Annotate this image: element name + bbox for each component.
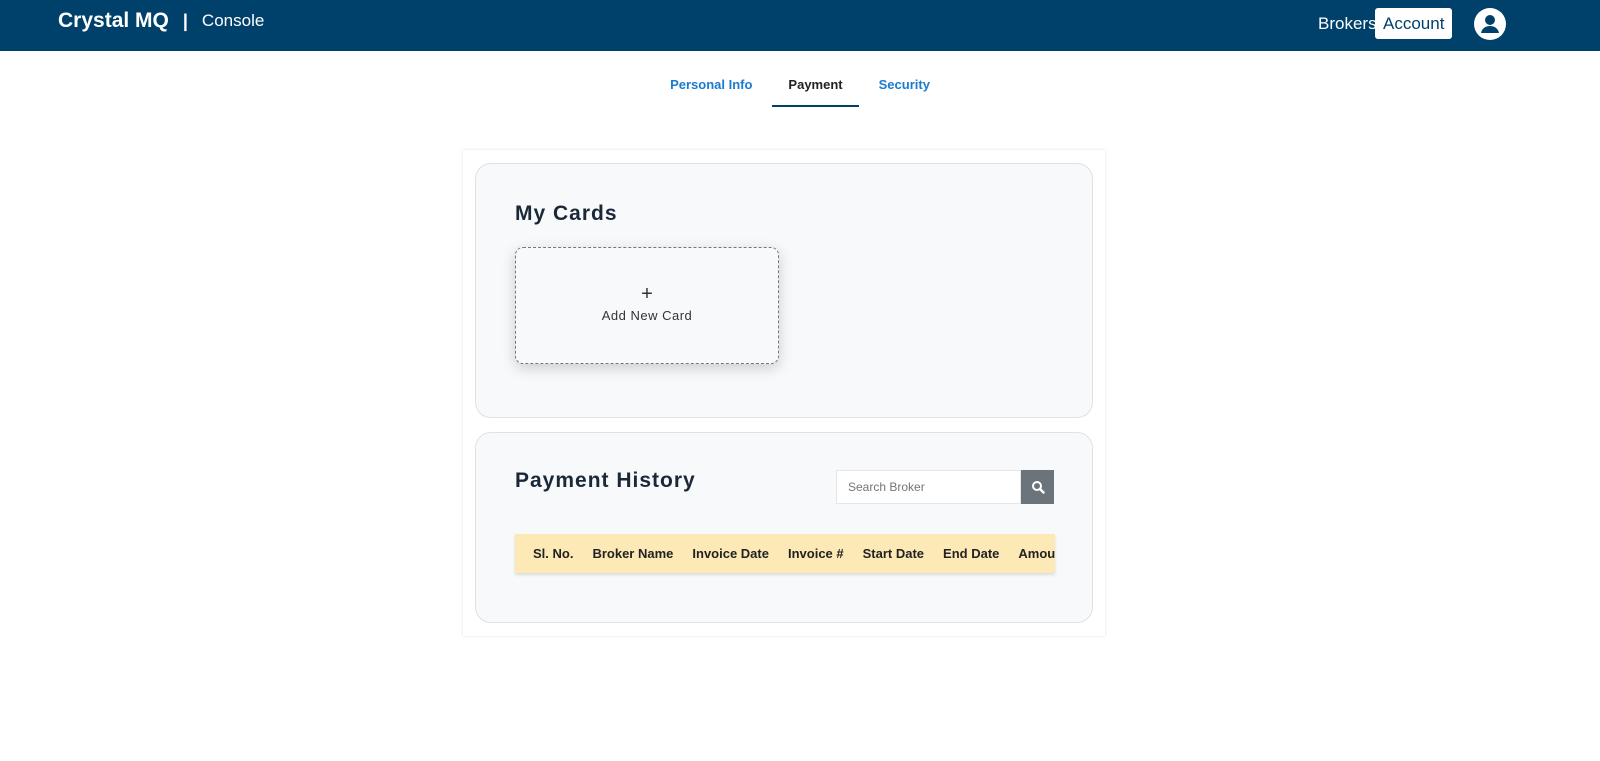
top-navbar: Crystal MQ | Console Brokers Account: [0, 0, 1600, 51]
search-broker-input[interactable]: [836, 470, 1021, 504]
payment-history-table-header: Sl. No. Broker Name Invoice Date Invoice…: [515, 534, 1055, 573]
logo[interactable]: Crystal MQ | Console: [58, 9, 264, 33]
column-header: Start Date: [862, 546, 925, 561]
column-header: Invoice #: [787, 546, 844, 561]
payment-container: My Cards + Add New Card Payment History …: [463, 150, 1105, 636]
my-cards-title: My Cards: [515, 202, 618, 225]
nav-account-button[interactable]: Account: [1375, 8, 1453, 39]
brand-name: Crystal MQ: [58, 9, 169, 32]
column-header: Invoice Date: [692, 546, 769, 561]
add-new-card-button[interactable]: + Add New Card: [515, 247, 779, 364]
column-header: Amount: [1018, 546, 1055, 561]
nav-brokers-link[interactable]: Brokers: [1318, 14, 1377, 34]
tab-personal-info[interactable]: Personal Info: [654, 70, 768, 107]
payment-history-title: Payment History: [515, 469, 696, 492]
search-broker: [836, 470, 1054, 504]
column-header: Broker Name: [592, 546, 674, 561]
search-button[interactable]: [1021, 470, 1054, 504]
account-tabs: Personal Info Payment Security: [0, 70, 1600, 107]
user-avatar-button[interactable]: [1474, 8, 1506, 40]
payment-history-panel: Payment History Sl. No. Broker Name Invo…: [475, 432, 1093, 623]
user-icon: [1481, 15, 1499, 33]
tab-security[interactable]: Security: [863, 70, 946, 107]
product-name: Console: [201, 11, 265, 30]
my-cards-panel: My Cards + Add New Card: [475, 163, 1093, 418]
column-header: End Date: [943, 546, 1000, 561]
column-header: Sl. No.: [533, 546, 574, 561]
add-new-card-label: Add New Card: [601, 308, 693, 323]
tab-payment[interactable]: Payment: [772, 70, 859, 107]
search-icon: [1031, 481, 1045, 494]
plus-icon: +: [641, 283, 653, 305]
logo-separator: |: [182, 10, 188, 31]
